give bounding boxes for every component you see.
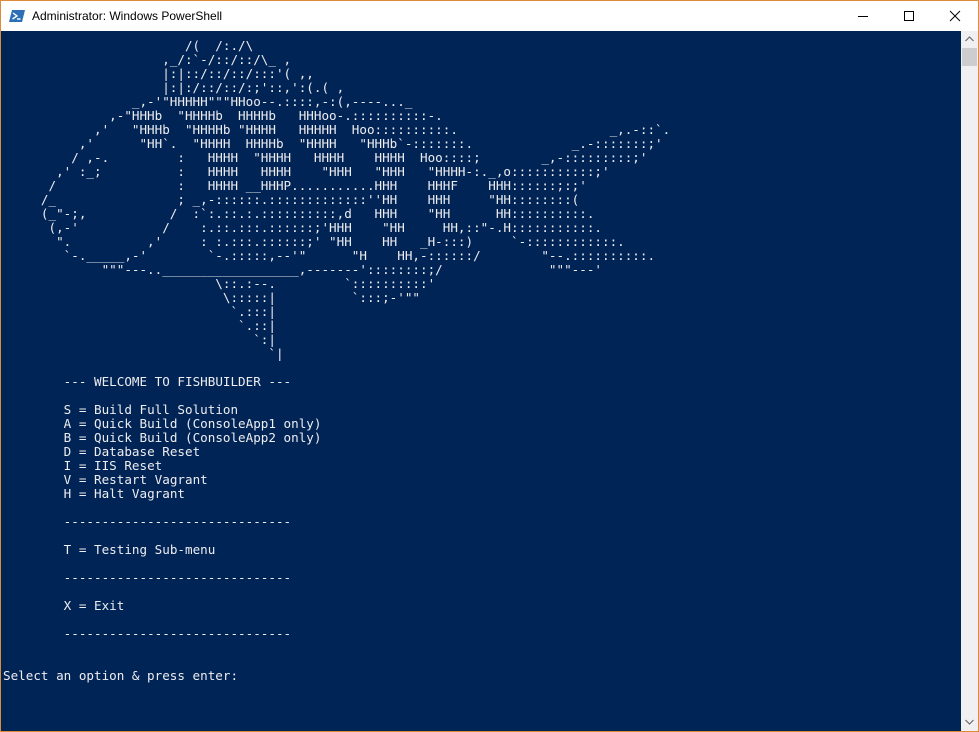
ascii-art-line: `.::| [3,318,276,333]
close-icon [949,10,961,22]
ascii-art-line: |:|:/::/::/:;'::,':(.( , [3,80,345,95]
ascii-art-line: `.:::| [3,304,276,319]
ascii-art-line: ,' :_; : HHHH HHHH "HHH "HHH "HHHH-:._,o… [3,164,610,179]
ascii-art-line: / ,-. : HHHH "HHHH HHHH HHHH Hoo::::; _,… [3,150,648,165]
ascii-art-line: / : HHHH __HHHP...........HHH HHHF HHH::… [3,178,587,193]
ascii-art-line: `:| [3,332,276,347]
ascii-art-line: (_"-;, / :`:.::.:.::::::::::,d HHH "HH H… [3,206,595,221]
menu-option: B = Quick Build (ConsoleApp2 only) [63,430,322,445]
chevron-up-icon [965,36,974,42]
menu-option: I = IIS Reset [63,458,163,473]
chevron-down-icon [965,719,974,725]
ascii-art-line: ,_/:`-/::/::/\_ , [3,52,292,67]
ascii-art-line: """---..__________________,-------':::::… [3,262,602,277]
close-button[interactable] [932,1,978,31]
powershell-window: Administrator: Windows PowerShell /( /:.… [0,0,979,732]
console-output[interactable]: /( /:./\ ,_/:`-/::/::/\_ , |:|::/::/::/:… [1,31,961,731]
maximize-icon [904,11,914,21]
separator: ------------------------------ [63,514,292,529]
ascii-art-line: `| [3,346,284,361]
menu-option: D = Database Reset [63,444,201,459]
separator: ------------------------------ [63,626,292,641]
ascii-art-line: ,-"HHHb "HHHHb HHHHb HHHoo-.::::::::::-. [3,108,443,123]
ascii-art-line: \::.:--. `::::::::::' [3,276,436,291]
minimize-button[interactable] [840,1,886,31]
scrollbar-thumb[interactable] [962,48,977,66]
ascii-art-line: ". ,' : :.:::.::::::;' "HH HH _H-:::) `-… [3,234,625,249]
title-bar[interactable]: Administrator: Windows PowerShell [1,1,978,31]
ascii-art-line: \:::::| `:::;-'"" [3,290,421,305]
menu-options: S = Build Full Solution A = Quick Build … [3,402,322,501]
menu-option: H = Halt Vagrant [63,486,185,501]
menu-option: V = Restart Vagrant [63,472,208,487]
fish-ascii-art: /( /:./\ ,_/:`-/::/::/\_ , |:|::/::/::/:… [3,38,670,361]
maximize-button[interactable] [886,1,932,31]
minimize-icon [858,16,868,17]
scroll-up-button[interactable] [961,31,978,48]
menu-option: A = Quick Build (ConsoleApp1 only) [63,416,322,431]
powershell-icon [9,8,25,24]
scroll-down-button[interactable] [961,714,978,731]
menu-option: S = Build Full Solution [63,402,239,417]
vertical-scrollbar[interactable] [961,31,978,731]
ascii-art-line: |:|::/::/::/:::'( ,, [3,66,314,81]
menu-option-testing: T = Testing Sub-menu [63,542,216,557]
ascii-art-line: /_ ; _,-::::::.:::::::::::::''HH HHH "HH… [3,192,580,207]
ascii-art-line: _,-'"HHHHH"""HHoo--.::::,-:(,----..._ [3,94,413,109]
ascii-art-line: ,' "HHHb "HHHHb "HHHH HHHHH Hoo:::::::::… [3,122,671,137]
console-text: /( /:./\ ,_/:`-/::/::/\_ , |:|::/::/::/:… [3,39,670,683]
welcome-banner-text: --- WELCOME TO FISHBUILDER --- [63,374,292,389]
input-prompt[interactable]: Select an option & press enter: [3,668,238,683]
ascii-art-line: `-._____,-' `-.:::::,--'" "H HH,-::::::/… [3,248,656,263]
ascii-art-line: ,' "HH`. "HHHH HHHHb "HHHH "HHHb`-::::::… [3,136,663,151]
ascii-art-line: (,-' / :.::.:::.::::::;'HHH "HH HH,::"-.… [3,220,602,235]
separator: ------------------------------ [63,570,292,585]
welcome-banner [3,374,64,389]
ascii-art-line: /( /:./\ [3,38,254,53]
window-title: Administrator: Windows PowerShell [32,9,223,23]
menu-option-exit: X = Exit [63,598,125,613]
